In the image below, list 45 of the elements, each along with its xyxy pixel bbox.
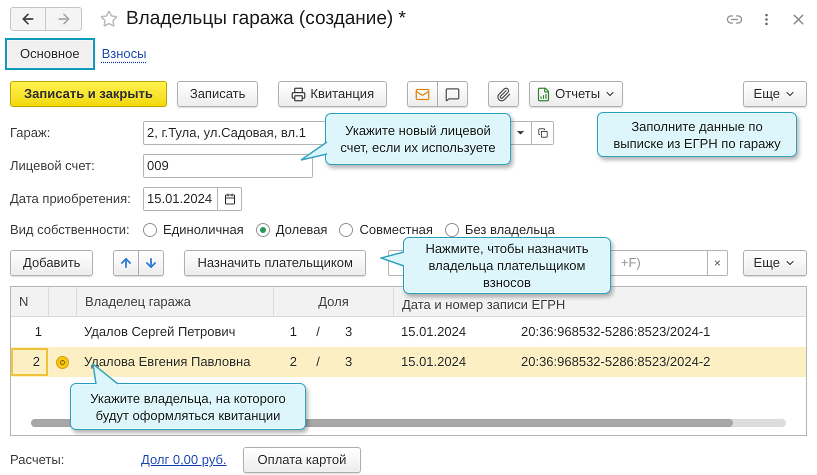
tab[interactable]: Основное <box>5 38 95 70</box>
add-button[interactable]: Добавить <box>10 250 94 276</box>
more-button[interactable]: Еще <box>742 250 807 276</box>
reports-button[interactable]: Отчеты <box>529 81 624 107</box>
table-cell-text: / <box>315 353 321 372</box>
radio-option[interactable]: Единоличная <box>143 220 244 240</box>
field-label: Гараж: <box>10 124 52 142</box>
card-payment-button[interactable]: Оплата картой <box>242 447 362 473</box>
table-cell-text: 1 <box>288 323 298 342</box>
table-cell-text: 3 <box>344 353 354 372</box>
hint-tooltip: Укажите новый лицевой счет, если их используете <box>325 113 511 165</box>
column-header: Владелец гаража <box>76 287 273 316</box>
field-label: Лицевой счет: <box>10 156 96 175</box>
table-cell-text: 20:36:968532-5286:8523/2024-1 <box>520 323 712 342</box>
column-header: N <box>18 292 30 311</box>
tab[interactable]: Взносы <box>102 38 146 70</box>
table-cell-text: 2 <box>288 353 298 372</box>
table-cell-text: 1 <box>34 323 43 342</box>
field-label: Дата приобретения: <box>10 190 132 208</box>
hint-tooltip: Нажмите, чтобы назначить владельца плательщиком взносов <box>403 237 611 294</box>
receipt-button[interactable]: Квитанция <box>278 81 388 107</box>
radio-option[interactable]: Совместная <box>339 220 433 240</box>
save-button[interactable]: Записать <box>176 81 258 107</box>
table-cell-text: 3 <box>344 323 354 342</box>
clear-button[interactable]: × <box>708 250 728 276</box>
more-button[interactable]: Еще <box>742 81 807 107</box>
date-field[interactable]: 15.01.2024 <box>143 186 218 210</box>
field-label: Расчеты: <box>10 451 66 470</box>
window-title: Владельцы гаража (создание) * <box>126 6 406 31</box>
hint-tooltip: Заполните данные по выписке из ЕГРН по гаражу <box>597 112 797 157</box>
table-row[interactable]: 2 Удалова Евгения Павловна 2 / 3 15.01.2024 20:36:968532-5286:8523/2024-2 <box>11 347 806 377</box>
column-header: Доля <box>273 287 393 316</box>
assign-payer-button[interactable]: Назначить плательщиком <box>184 250 366 276</box>
table-cell-text: Удалова Евгения Павловна <box>83 353 252 372</box>
table-cell-text: Удалов Сергей Петрович <box>83 323 236 342</box>
table-cell-text: 20:36:968532-5286:8523/2024-2 <box>520 353 712 372</box>
table-cell-text: 15.01.2024 <box>400 323 468 342</box>
field-label: Вид собственности: <box>10 221 131 240</box>
table-cell: 2 <box>11 348 48 376</box>
save-and-close-button[interactable]: Записать и закрыть <box>10 81 167 107</box>
account-field[interactable]: 009 <box>143 154 313 178</box>
table-cell-text: 15.01.2024 <box>400 353 468 372</box>
debt-link[interactable]: Долг 0,00 руб. <box>141 450 227 470</box>
table-cell-text: / <box>315 323 321 342</box>
radio-option[interactable]: Долевая <box>256 220 328 240</box>
